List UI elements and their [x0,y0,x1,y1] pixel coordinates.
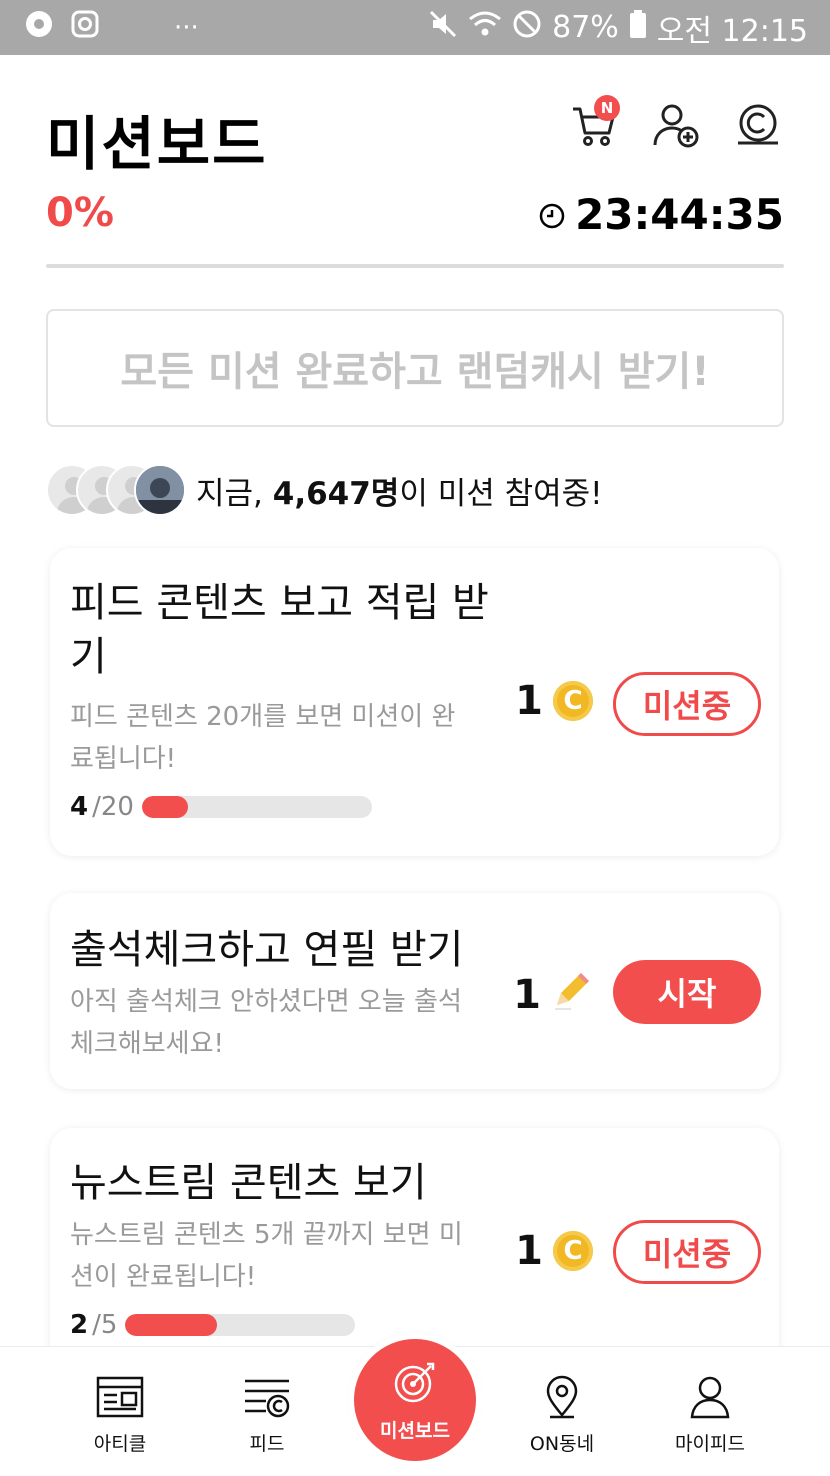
countdown-timer: 23:44:35 [539,190,784,239]
progress-bar [125,1314,356,1336]
mission-card[interactable]: 뉴스트림 콘텐츠 보기 뉴스트림 콘텐츠 5개 끝까지 보면 미션이 완료됩니다… [50,1128,779,1368]
mission-description: 아직 출석체크 안하셨다면 오늘 출석체크해보세요! [70,987,462,1059]
feed-icon [242,1375,292,1423]
mission-in-progress-button[interactable]: 미션중 [613,1220,761,1284]
mission-progress: 4/20 [70,792,372,822]
bottom-nav: 아티클 피드 미션보드 ON동네 마이피드 [0,1339,830,1476]
mission-title: 출석체크하고 연필 받기 [70,927,464,973]
mission-title: 뉴스트림 콘텐츠 보기 [70,1160,427,1206]
participants-text: 지금, 4,647명이 미션 참여중! [196,468,603,513]
nav-myfeed[interactable]: 마이피드 [650,1375,770,1456]
mission-in-progress-button[interactable]: 미션중 [613,672,761,736]
add-friend-button[interactable] [652,101,700,149]
progress-bar [141,796,372,818]
start-mission-button[interactable]: 시작 [613,960,761,1024]
battery-icon [629,9,647,47]
coin-icon: C [553,1231,593,1271]
progress-total: /5 [92,1310,118,1340]
no-disturb-icon [512,9,542,47]
participants-prefix: 지금, [196,475,273,512]
participants-row: 지금, 4,647명이 미션 참여중! [46,460,786,520]
wifi-icon [468,9,502,47]
add-friend-icon [652,104,700,153]
mission-description: 뉴스트림 콘텐츠 5개 끝까지 보면 미션이 완료됩니다! [70,1220,463,1292]
mission-card[interactable]: 피드 콘텐츠 보고 적립 받기 피드 콘텐츠 20개를 보면 미션이 완료됩니다… [50,548,779,856]
reward-amount: 1 [515,678,543,724]
page-title: 미션보드 [46,110,268,178]
mission-reward: 1 C [515,1228,593,1274]
mission-reward: 1 [513,969,593,1021]
nav-feed[interactable]: 피드 [207,1375,327,1456]
profile-icon [688,1375,732,1423]
mission-reward: 1 C [515,678,593,724]
nav-myfeed-label: 마이피드 [675,1433,745,1455]
nav-article[interactable]: 아티클 [60,1375,180,1456]
mission-title: 피드 콘텐츠 보고 적립 받기 [70,580,489,680]
target-icon [391,1358,439,1410]
participants-count: 4,647명 [272,475,400,512]
settings-gear-icon [22,7,56,49]
nav-feed-label: 피드 [249,1433,285,1455]
timer-value: 23:44:35 [575,190,784,239]
divider [46,264,784,268]
reward-amount: 1 [515,1228,543,1274]
avatar [134,464,186,516]
nav-local[interactable]: ON동네 [502,1375,622,1456]
progress-bar-fill [141,796,188,818]
cash-button[interactable] [734,101,782,149]
mission-progress: 2/5 [70,1310,356,1340]
clock-icon [539,190,565,239]
new-badge: N [594,95,620,121]
mission-description: 피드 콘텐츠 20개를 보면 미션이 완료됩니다! [70,702,456,774]
participants-suffix: 이 미션 참여중! [399,475,603,512]
header: 미션보드 N [0,55,830,195]
completion-percent: 0% [46,190,114,236]
article-icon [95,1375,145,1423]
cart-icon [570,107,618,153]
more-notifications: ··· [174,12,199,43]
random-cash-banner[interactable]: 모든 미션 완료하고 랜덤캐시 받기! [46,309,784,427]
nav-article-label: 아티클 [93,1433,147,1455]
nav-local-label: ON동네 [529,1433,595,1455]
pencil-icon [551,969,593,1021]
location-pin-icon [540,1375,584,1423]
cart-button[interactable]: N [570,95,620,149]
progress-current: 4 [70,792,89,822]
status-bar: ··· 87% 오전 12:15 [0,0,830,55]
coin-icon: C [553,681,593,721]
reward-amount: 1 [513,972,541,1018]
progress-row: 0% 23:44:35 [46,190,784,250]
clock: 오전 12:15 [656,13,808,49]
progress-total: /20 [92,792,134,822]
nav-missionboard-label: 미션보드 [380,1419,450,1442]
progress-bar-fill [125,1314,218,1336]
battery-percent: 87% [552,10,619,45]
instagram-icon [70,9,100,47]
cash-icon [734,104,782,153]
participant-avatars [46,462,186,518]
progress-current: 2 [70,1310,89,1340]
mute-icon [428,9,458,47]
mission-card[interactable]: 출석체크하고 연필 받기 아직 출석체크 안하셨다면 오늘 출석체크해보세요! … [50,893,779,1089]
nav-missionboard[interactable]: 미션보드 [354,1339,476,1461]
